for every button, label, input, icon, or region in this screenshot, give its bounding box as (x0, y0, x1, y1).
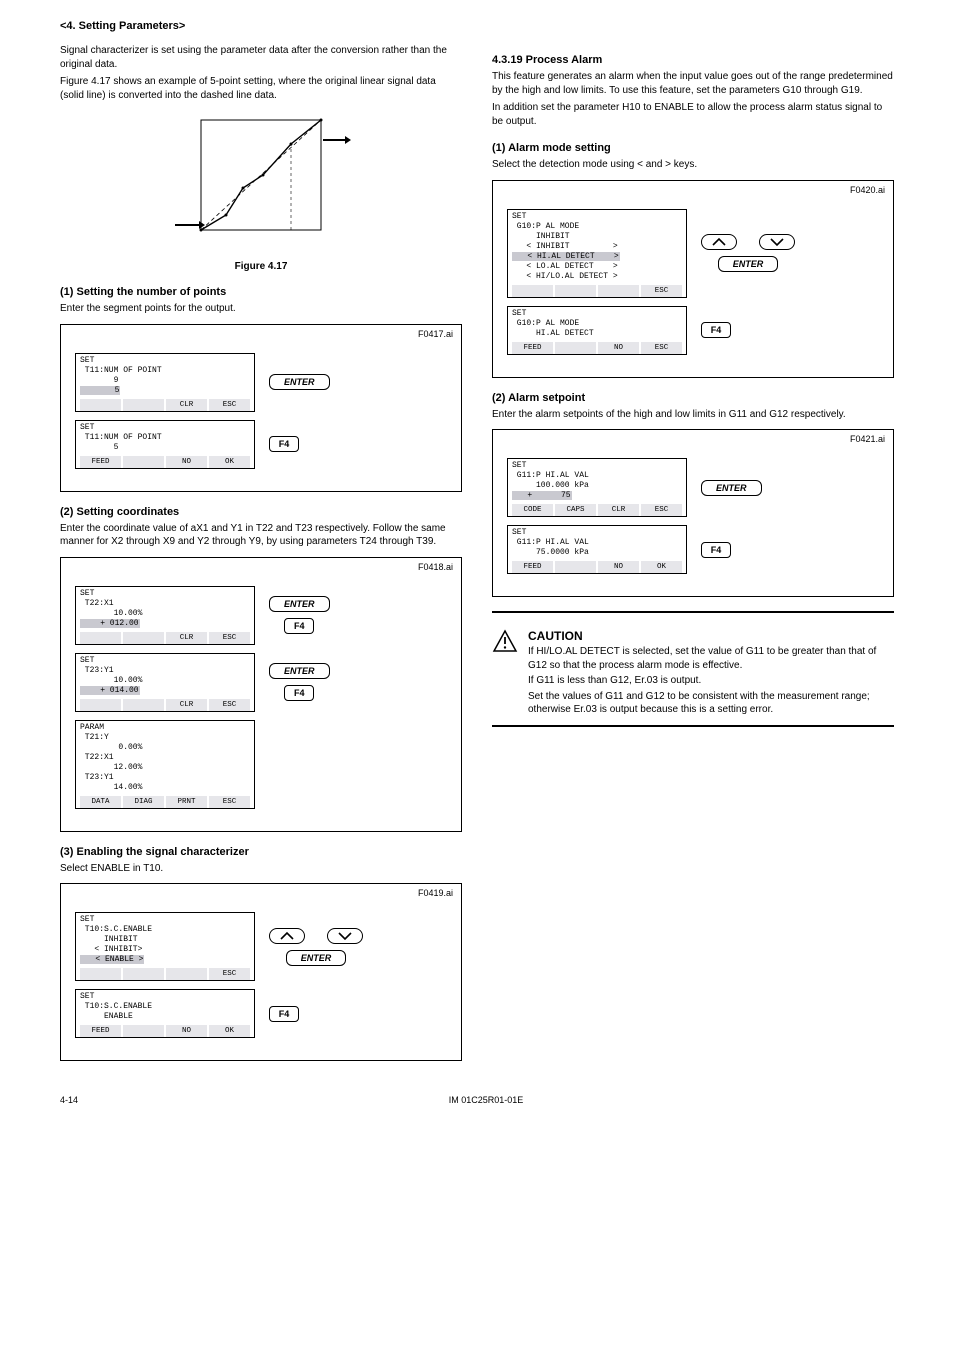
process-alarm-p1: This feature generates an alarm when the… (492, 70, 894, 97)
softkey-data[interactable]: DATA (80, 796, 121, 808)
softkey-ok[interactable]: OK (209, 456, 250, 468)
f4-button[interactable]: F4 (701, 322, 731, 338)
sec-enable-p: Select ENABLE in T10. (60, 862, 462, 876)
up-arrow-button[interactable] (701, 234, 737, 250)
softkey-clr[interactable]: CLR (166, 699, 207, 711)
softkey-esc[interactable]: ESC (209, 968, 250, 980)
softkey-blank[interactable] (123, 399, 164, 411)
sec-enable-title: (3) Enabling the signal characterizer (60, 846, 462, 858)
enter-button[interactable]: ENTER (269, 374, 330, 390)
caution-icon (492, 629, 518, 653)
softkey-esc[interactable]: ESC (209, 399, 250, 411)
sec-alarm-mode-title: (1) Alarm mode setting (492, 142, 894, 154)
f4-button[interactable]: F4 (269, 436, 299, 452)
softkey-blank[interactable] (80, 399, 121, 411)
softkey-esc[interactable]: ESC (209, 632, 250, 644)
doc-id: IM 01C25R01-01E (449, 1095, 524, 1105)
page-footer: 4-14 IM 01C25R01-01E (60, 1095, 894, 1105)
enter-button[interactable]: ENTER (286, 950, 347, 966)
intro-p1: Signal characterizer is set using the pa… (60, 44, 462, 71)
softkey-feed[interactable]: FEED (80, 1025, 121, 1037)
softkey-no[interactable]: NO (598, 342, 639, 354)
f4-button[interactable]: F4 (284, 685, 314, 701)
caution-p3: Set the values of G11 and G12 to be cons… (528, 690, 894, 717)
lcd-g10-confirm: SET G10:P AL MODE HI.AL DETECT FEED NO E… (507, 306, 687, 355)
enter-button[interactable]: ENTER (269, 596, 330, 612)
step-alarm-setpoint: F0421.ai SET G11:P HI.AL VAL 100.000 kPa… (492, 429, 894, 597)
enter-button[interactable]: ENTER (718, 256, 779, 272)
down-arrow-button[interactable] (759, 234, 795, 250)
enter-button[interactable]: ENTER (269, 663, 330, 679)
softkey-feed[interactable]: FEED (512, 342, 553, 354)
figure-ref: F0417.ai (418, 329, 453, 339)
enter-button[interactable]: ENTER (701, 480, 762, 496)
alarm-setpoint-p: Enter the alarm setpoints of the high an… (492, 408, 894, 422)
sec-num-points-title: (1) Setting the number of points (60, 286, 462, 298)
step-alarm-mode: F0420.ai SET G10:P AL MODE INHIBIT < INH… (492, 180, 894, 378)
lcd-t11-input: SET T11:NUM OF POINT 9 5 CLR ESC (75, 353, 255, 412)
lcd-t10-confirm: SET T10:S.C.ENABLE ENABLE FEED NO OK (75, 989, 255, 1038)
page-title: <4. Setting Parameters> (60, 20, 894, 32)
up-arrow-button[interactable] (269, 928, 305, 944)
lcd-param-summary: PARAM T21:Y 0.00% T22:X1 12.00% T23:Y1 1… (75, 720, 255, 809)
softkey-ok[interactable]: OK (641, 561, 682, 573)
softkey-esc[interactable]: ESC (641, 342, 682, 354)
process-alarm-p2: In addition set the parameter H10 to ENA… (492, 101, 894, 128)
softkey-feed[interactable]: FEED (512, 561, 553, 573)
figure-caption: Figure 4.17 (60, 261, 462, 272)
caution-p1: If HI/LO.AL DETECT is selected, set the … (528, 645, 894, 672)
caution-p2: If G11 is less than G12, Er.03 is output… (528, 674, 894, 688)
softkey-prnt[interactable]: PRNT (166, 796, 207, 808)
softkey-no[interactable]: NO (166, 1025, 207, 1037)
softkey-diag[interactable]: DIAG (123, 796, 164, 808)
softkey-esc[interactable]: ESC (209, 699, 250, 711)
figure-ref: F0418.ai (418, 562, 453, 572)
intro-p2: Figure 4.17 shows an example of 5-point … (60, 75, 462, 102)
softkey-code[interactable]: CODE (512, 504, 553, 516)
softkey-blank[interactable] (123, 456, 164, 468)
lcd-g10-select: SET G10:P AL MODE INHIBIT < INHIBIT > < … (507, 209, 687, 298)
lcd-t11-confirm: SET T11:NUM OF POINT 5 FEED NO OK (75, 420, 255, 469)
f4-button[interactable]: F4 (269, 1006, 299, 1022)
figure-ref: F0420.ai (850, 185, 885, 195)
sec-num-points-p: Enter the segment points for the output. (60, 302, 462, 316)
softkey-esc[interactable]: ESC (641, 504, 682, 516)
sec-alarm-setpoint-title: (2) Alarm setpoint (492, 392, 894, 404)
softkey-clr[interactable]: CLR (166, 399, 207, 411)
softkey-esc[interactable]: ESC (641, 285, 682, 297)
figure-4-17 (171, 110, 351, 253)
sec-coords-title: (2) Setting coordinates (60, 506, 462, 518)
figure-ref: F0419.ai (418, 888, 453, 898)
softkey-feed[interactable]: FEED (80, 456, 121, 468)
softkey-clr[interactable]: CLR (598, 504, 639, 516)
lcd-t23: SET T23:Y1 10.00% + 014.00 CLR ESC (75, 653, 255, 712)
softkey-no[interactable]: NO (166, 456, 207, 468)
lcd-g11-input: SET G11:P HI.AL VAL 100.000 kPa + 75 COD… (507, 458, 687, 517)
sec-coords-p: Enter the coordinate value of aX1 and Y1… (60, 522, 462, 549)
lcd-t10-select: SET T10:S.C.ENABLE INHIBIT < INHIBIT> < … (75, 912, 255, 981)
step-coords: F0418.ai SET T22:X1 10.00% + 012.00 CLR … (60, 557, 462, 832)
alarm-mode-p: Select the detection mode using < and > … (492, 158, 894, 172)
softkey-clr[interactable]: CLR (166, 632, 207, 644)
lcd-g11-confirm: SET G11:P HI.AL VAL 75.0000 kPa FEED NO … (507, 525, 687, 574)
step-enable: F0419.ai SET T10:S.C.ENABLE INHIBIT < IN… (60, 883, 462, 1061)
softkey-ok[interactable]: OK (209, 1025, 250, 1037)
sec-process-alarm-title: 4.3.19 Process Alarm (492, 54, 894, 66)
softkey-esc[interactable]: ESC (209, 796, 250, 808)
f4-button[interactable]: F4 (284, 618, 314, 634)
softkey-no[interactable]: NO (598, 561, 639, 573)
down-arrow-button[interactable] (327, 928, 363, 944)
lcd-t22: SET T22:X1 10.00% + 012.00 CLR ESC (75, 586, 255, 645)
f4-button[interactable]: F4 (701, 542, 731, 558)
caution-box: CAUTION If HI/LO.AL DETECT is selected, … (492, 611, 894, 727)
step-num-points: F0417.ai SET T11:NUM OF POINT 9 5 CLR ES… (60, 324, 462, 492)
figure-ref: F0421.ai (850, 434, 885, 444)
softkey-caps[interactable]: CAPS (555, 504, 596, 516)
caution-title: CAUTION (528, 629, 894, 643)
page-number: 4-14 (60, 1095, 78, 1105)
